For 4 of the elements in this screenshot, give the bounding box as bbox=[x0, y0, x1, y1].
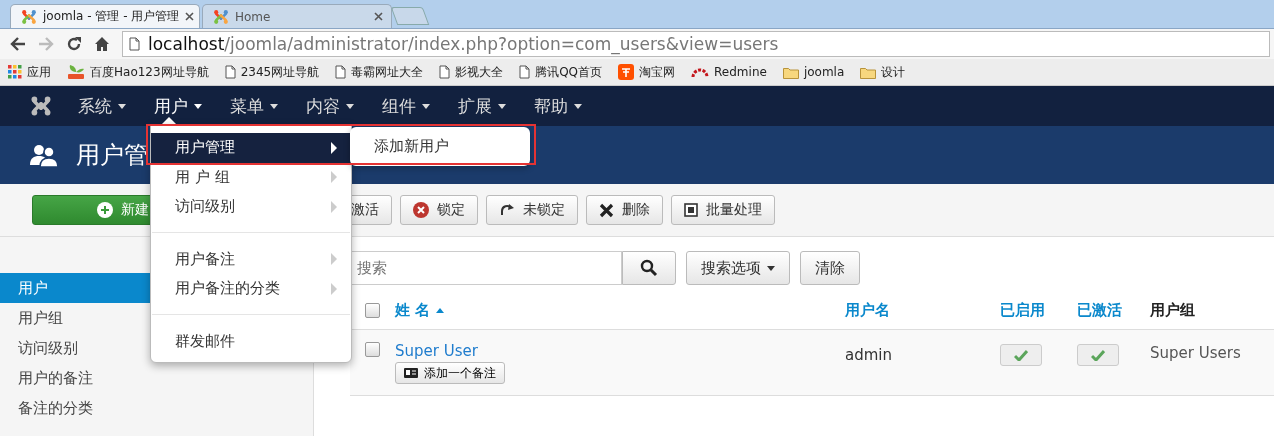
table-cell: admin bbox=[845, 346, 892, 364]
page-title: 用户管 bbox=[76, 140, 148, 171]
column-header: 用户组 bbox=[1150, 300, 1195, 320]
table-cell: Super Users bbox=[1150, 344, 1241, 362]
